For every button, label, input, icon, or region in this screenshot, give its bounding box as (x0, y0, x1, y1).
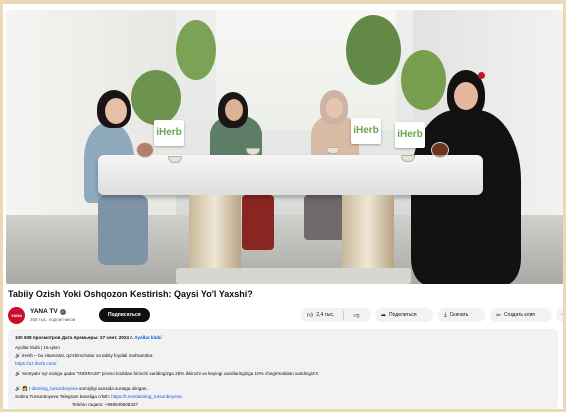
channel-name-row[interactable]: YANA TV ✓ (30, 308, 66, 315)
channel-avatar[interactable]: YANA (8, 307, 25, 324)
plant-back-left (176, 20, 216, 80)
person-3-legs (304, 195, 344, 240)
share-arrow-icon: ➦ (381, 312, 387, 319)
description-line-2: 🔊 iHerb – bu vitaminlar, qo'shimchalar v… (15, 353, 154, 358)
person-4-hair-flower (478, 72, 485, 79)
like-count: 2,4 тыс. (316, 312, 335, 318)
table-leg-right (342, 195, 394, 275)
subscriber-count: 268 тыс. подписчиков (30, 317, 76, 322)
teapot-left (136, 142, 154, 158)
like-dislike-group: 👍︎ 2,4 тыс. 👎︎ (301, 308, 371, 322)
plant-back-right (346, 15, 401, 85)
person-1-legs (98, 195, 148, 265)
download-button[interactable]: ⤓ Скачать (438, 308, 485, 322)
youtube-watch-page: iHerb iHerb iHerb Tabiiy Ozish Yoki Oshq… (3, 4, 563, 409)
like-button[interactable]: 👍︎ 2,4 тыс. (301, 308, 340, 322)
iherb-card-1: iHerb (154, 120, 184, 146)
video-player[interactable]: iHerb iHerb iHerb (6, 10, 563, 284)
thumbs-up-icon: 👍︎ (307, 313, 314, 319)
description-stats: 100 608 просмотров Дата премьеры: 27 сен… (15, 335, 162, 340)
subscribe-button[interactable]: Подписаться (99, 308, 150, 322)
thumbs-down-icon: 👎︎ (353, 313, 360, 319)
video-title: Tabiiy Ozish Yoki Oshqozon Kestirish: Qa… (8, 289, 253, 299)
person-2-face (225, 99, 243, 121)
dislike-button[interactable]: 👎︎ (347, 308, 365, 322)
share-button[interactable]: ➦ Поделиться (375, 308, 433, 322)
description-line-1: Ayollar klubi | 16-qism (15, 345, 60, 350)
iherb-card-2: iHerb (351, 118, 381, 144)
description-line-5: 🔊 👩 / dietolog_tursunboyeva somiyligi as… (15, 386, 148, 392)
teapot-right (431, 142, 449, 158)
description-phone: Telefon raqami: +998949505337 (72, 402, 139, 407)
person-3-face (326, 98, 343, 118)
channel-name[interactable]: YANA TV (30, 308, 58, 315)
description-promo-line: 🔊 Sentyabr oyi oxiriga qadar "INDIRA28" … (15, 371, 319, 376)
scissors-icon: ✂ (496, 312, 502, 319)
like-divider (343, 310, 345, 320)
more-icon: ··· (560, 312, 564, 318)
line-5-prefix: 🔊 👩 / (15, 386, 32, 391)
more-actions-button[interactable]: ··· (556, 308, 563, 322)
clip-button[interactable]: ✂ Создать клип (490, 308, 552, 322)
check-circle-icon: ✓ (59, 308, 66, 315)
plant-right (401, 50, 446, 110)
stats-tag-link[interactable]: Ayollar klubi (134, 335, 161, 340)
view-and-date: 100 608 просмотров Дата премьеры: 27 сен… (15, 335, 133, 340)
line-6-prefix: Sobira Tursunboyeva Telegram kanaliga o'… (15, 394, 112, 399)
clip-label: Создать клип (504, 312, 536, 318)
iherb-card-3: iHerb (395, 122, 425, 148)
iherb-link[interactable]: https://uz.iherb.com/ (15, 361, 56, 366)
person-4-face (454, 82, 478, 110)
table-leg-left (189, 195, 241, 275)
description-line-6: Sobira Tursunboyeva Telegram kanaliga o'… (15, 394, 182, 399)
plant-left (131, 70, 181, 125)
download-label: Скачать (449, 312, 469, 318)
table-base (176, 268, 411, 284)
dietolog-link[interactable]: dietolog_tursunboyeva (32, 386, 78, 391)
person-4-body (411, 110, 521, 284)
table-top (98, 155, 483, 195)
description-box[interactable]: 100 608 просмотров Дата премьеры: 27 сен… (8, 329, 558, 409)
share-label: Поделиться (389, 312, 417, 318)
person-1-face (105, 98, 127, 124)
telegram-link[interactable]: https://t.me/dietolog_tursunboyeva (111, 394, 181, 399)
person-2-legs (242, 195, 274, 250)
download-icon: ⤓ (444, 311, 447, 318)
line-5-suffix: somiyligi asosida suratga olingan. (77, 386, 148, 391)
